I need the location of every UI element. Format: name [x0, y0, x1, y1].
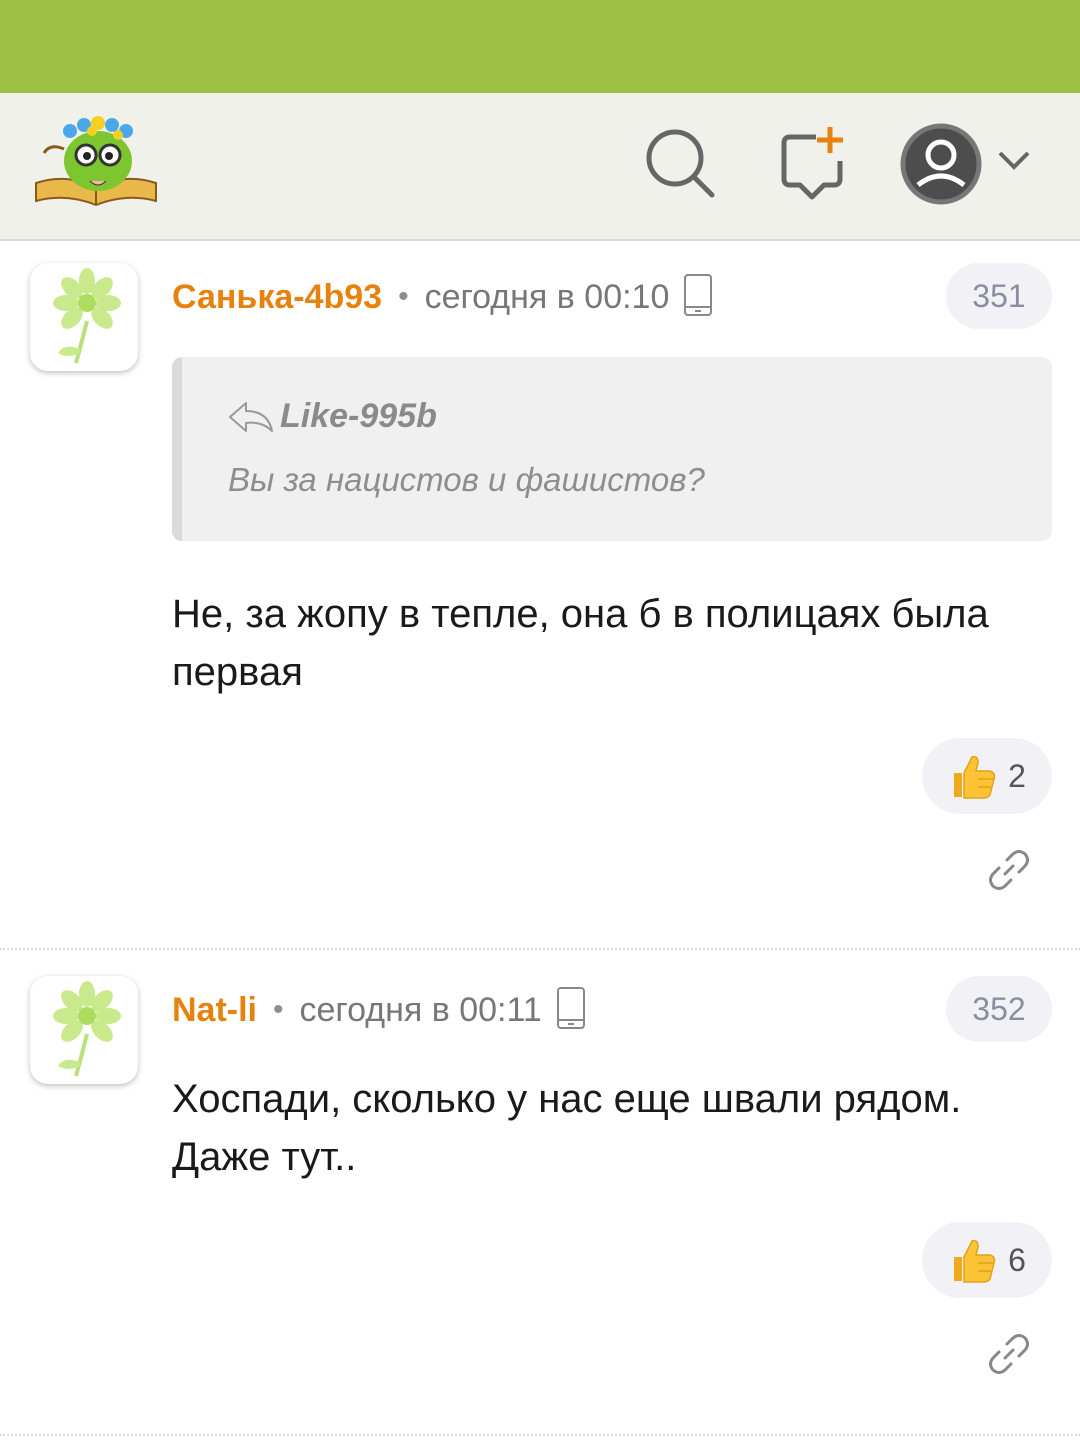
thumbs-up-icon [954, 755, 996, 799]
thumbs-up-icon [954, 1239, 996, 1283]
phone-icon [556, 986, 586, 1035]
copy-link-button[interactable] [985, 1330, 1033, 1378]
like-button[interactable]: 6 [922, 1222, 1052, 1298]
quote-author-row: Like-995b [228, 397, 437, 436]
new-post-button[interactable] [772, 123, 852, 203]
new-post-icon [781, 127, 843, 200]
comment-number: 351 [946, 263, 1052, 329]
flower-icon [53, 981, 121, 1077]
comment-author[interactable]: Санька-4b93 [172, 278, 382, 317]
avatar[interactable] [30, 263, 138, 371]
like-count: 6 [1008, 1241, 1026, 1278]
header [0, 93, 1080, 241]
search-icon [646, 129, 715, 198]
comment-time: сегодня в 00:11 [299, 990, 542, 1029]
comment-text: Не, за жопу в тепле, она б в полицаях бы… [172, 592, 989, 694]
meta-separator: • [398, 280, 409, 313]
link-icon [989, 1334, 1029, 1374]
comment-text: Хоспади, сколько у нас еще швали рядом. … [172, 1077, 962, 1179]
flower-icon [53, 268, 121, 364]
user-avatar-icon [900, 123, 982, 205]
like-button[interactable]: 2 [922, 738, 1052, 814]
site-logo[interactable] [30, 113, 162, 213]
comment-divider [0, 1434, 1080, 1436]
quote-text: Вы за нацистов и фашистов? [228, 461, 705, 498]
meta-separator: • [273, 993, 284, 1026]
comment-number: 352 [946, 976, 1052, 1042]
comment-author[interactable]: Nat-li [172, 991, 257, 1030]
copy-link-button[interactable] [985, 846, 1033, 894]
like-count: 2 [1008, 757, 1026, 794]
comment-divider [0, 948, 1080, 950]
quote-author: Like-995b [280, 397, 437, 435]
reply-icon [229, 401, 273, 432]
user-menu-button[interactable] [898, 123, 1038, 205]
link-icon [989, 850, 1029, 890]
phone-icon [683, 273, 713, 322]
comment-time: сегодня в 00:10 [424, 277, 670, 316]
status-bar [0, 0, 1080, 93]
search-button[interactable] [640, 123, 720, 203]
quoted-reply[interactable]: Like-995b Вы за нацистов и фашистов? [172, 357, 1052, 541]
avatar[interactable] [30, 976, 138, 1084]
chevron-down-icon [998, 151, 1030, 170]
quote-bar [172, 357, 182, 541]
